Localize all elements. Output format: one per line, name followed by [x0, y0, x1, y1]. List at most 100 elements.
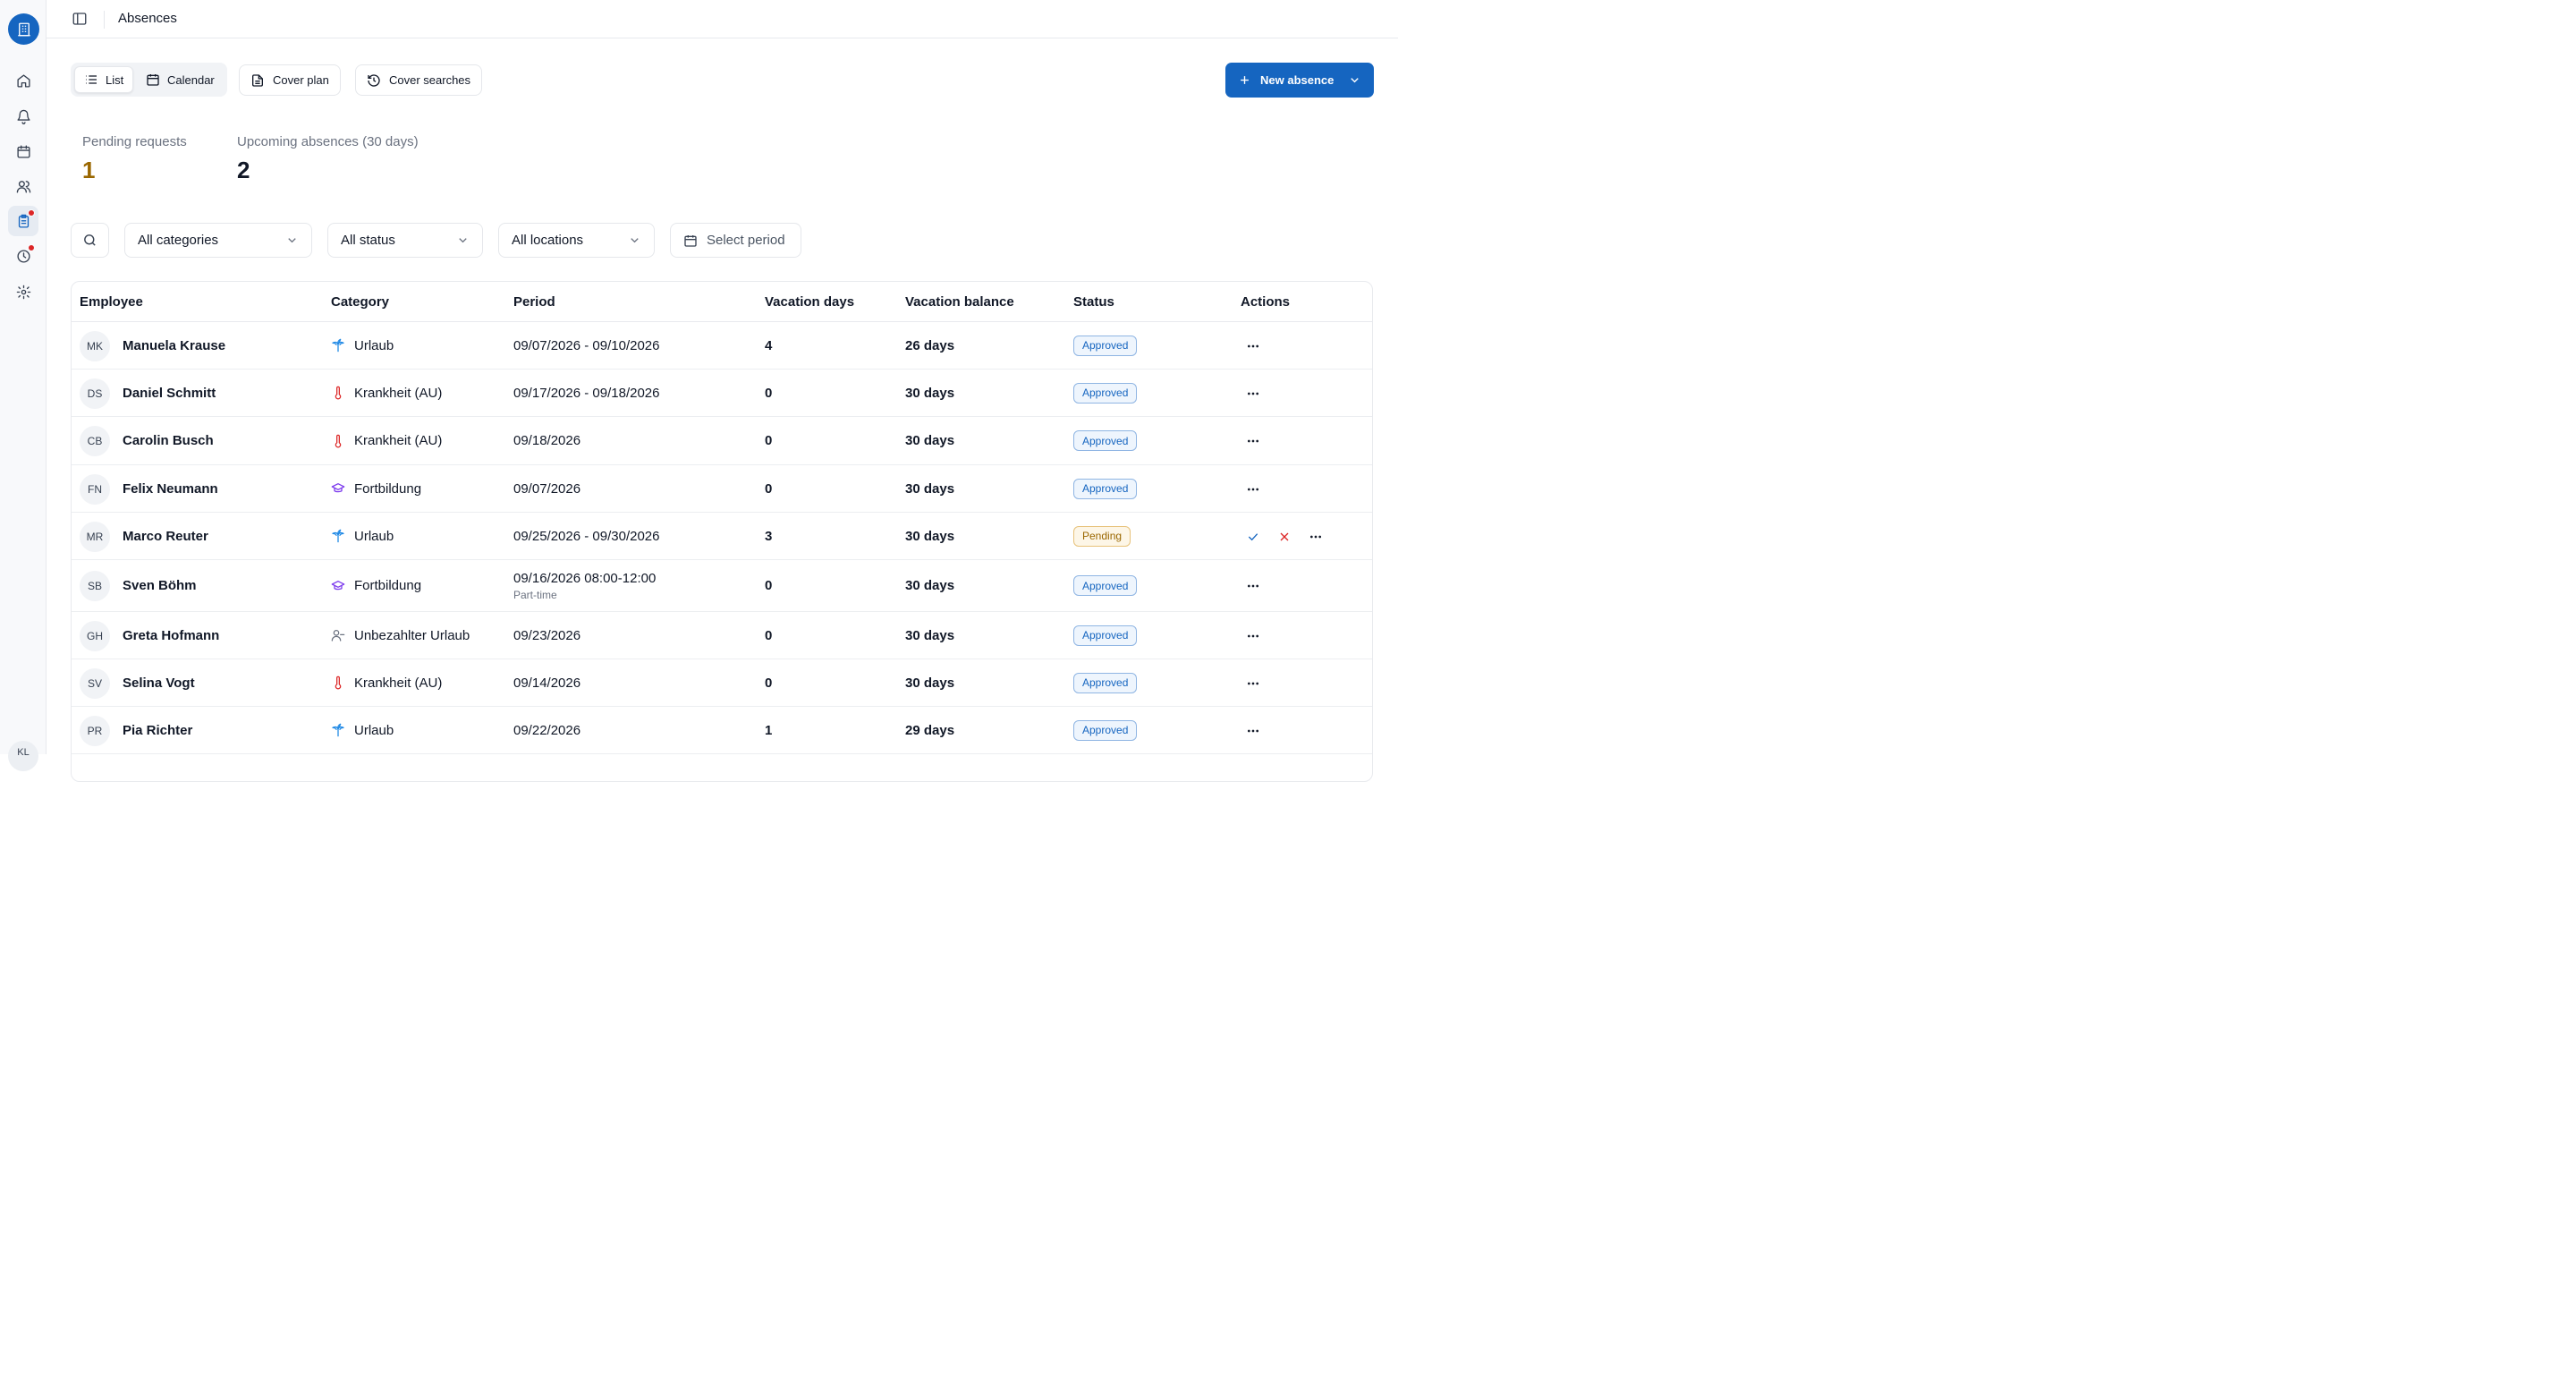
period-cell: 09/18/2026 [513, 433, 580, 448]
upcoming-absences-label: Upcoming absences (30 days) [237, 134, 419, 149]
vacation-balance-value: 29 days [905, 722, 955, 738]
employee-name[interactable]: Sven Böhm [123, 578, 197, 593]
calendar-view-button[interactable]: Calendar [137, 66, 224, 93]
more-horizontal-icon [1248, 344, 1258, 347]
more-actions-button[interactable] [1242, 625, 1264, 647]
column-vacation-days[interactable]: Vacation days [765, 294, 854, 310]
sidebar-item-gear[interactable] [8, 276, 38, 307]
table-row[interactable]: MR Marco Reuter Urlaub 09/25/2026 - 09/30/2… [72, 513, 1372, 560]
sidebar-item-clipboard[interactable] [8, 206, 38, 236]
table-row[interactable]: PR Pia Richter Urlaub 09/22/2026 1 29 days App… [72, 707, 1372, 754]
status-badge: Approved [1073, 430, 1138, 451]
period-picker[interactable]: Select period [670, 223, 801, 258]
category-label: Krankheit (AU) [354, 675, 443, 691]
period-cell: 09/14/2026 [513, 676, 580, 691]
divider [104, 11, 105, 29]
cover-searches-button[interactable]: Cover searches [355, 64, 483, 96]
location-filter[interactable]: All locations [498, 223, 655, 258]
chevron-down-icon[interactable] [1348, 73, 1361, 87]
period-value: 09/16/2026 08:00-12:00 [513, 571, 657, 586]
employee-name[interactable]: Selina Vogt [123, 676, 195, 691]
status-badge: Approved [1073, 625, 1138, 646]
document-icon [252, 73, 263, 87]
calendar-icon [16, 144, 30, 158]
upcoming-absences-stat: Upcoming absences (30 days) 2 [237, 134, 419, 184]
users-icon [16, 180, 30, 193]
table-row[interactable]: FN Felix Neumann Fortbildung 09/07/2026 0 30 … [72, 465, 1372, 513]
category-cell: Fortbildung [331, 578, 421, 593]
more-horizontal-icon [1248, 392, 1258, 395]
user-avatar[interactable]: KL [8, 741, 38, 771]
more-actions-button[interactable] [1242, 430, 1264, 452]
period-cell: 09/07/2026 - 09/10/2026 [513, 338, 659, 353]
sidebar-toggle-icon[interactable] [72, 11, 88, 27]
status-badge: Approved [1073, 719, 1138, 741]
table-row[interactable]: GH Greta Hofmann Unbezahlter Urlaub 09/23/2… [72, 612, 1372, 659]
period-cell: 09/07/2026 [513, 481, 580, 497]
check-icon [1248, 532, 1258, 540]
employee-name[interactable]: Manuela Krause [123, 338, 225, 353]
list-icon [86, 75, 97, 84]
table-row[interactable]: CB Carolin Busch Krankheit (AU) 09/18/2026 0… [72, 417, 1372, 465]
more-horizontal-icon [1310, 535, 1321, 538]
more-actions-button[interactable] [1242, 479, 1264, 500]
vacation-balance-value: 30 days [905, 578, 955, 593]
more-actions-button[interactable] [1242, 720, 1264, 742]
pending-requests-label: Pending requests [82, 134, 187, 149]
column-category[interactable]: Category [331, 294, 389, 310]
period-value: 09/18/2026 [513, 433, 581, 448]
employee-name[interactable]: Greta Hofmann [123, 628, 219, 643]
more-actions-button[interactable] [1305, 526, 1326, 548]
more-actions-button[interactable] [1242, 673, 1264, 694]
status-filter[interactable]: All status [327, 223, 483, 258]
cover-plan-button[interactable]: Cover plan [239, 64, 341, 96]
period-cell: 09/16/2026 08:00-12:00 Part-time [513, 571, 656, 601]
category-label: Urlaub [354, 528, 394, 544]
history-icon [368, 73, 380, 87]
table-row[interactable]: MK Manuela Krause Urlaub 09/07/2026 - 09/10… [72, 322, 1372, 370]
search-icon [84, 234, 96, 246]
employee-name[interactable]: Daniel Schmitt [123, 386, 216, 401]
table-row[interactable]: SV Selina Vogt Krankheit (AU) 09/14/2026 0 30… [72, 659, 1372, 707]
status-badge: Approved [1073, 382, 1138, 404]
column-employee[interactable]: Employee [80, 294, 143, 310]
category-filter-value: All categories [138, 233, 219, 248]
thermometer-icon [335, 434, 342, 447]
employee-name[interactable]: Marco Reuter [123, 529, 208, 544]
sidebar-item-calendar[interactable] [8, 136, 38, 166]
category-cell: Krankheit (AU) [331, 433, 442, 448]
column-vacation-balance[interactable]: Vacation balance [905, 294, 1014, 310]
status-badge: Approved [1073, 672, 1138, 693]
new-absence-button[interactable]: New absence [1225, 63, 1374, 98]
category-label: Fortbildung [354, 578, 422, 593]
plus-icon [1241, 76, 1249, 84]
thermometer-icon [335, 386, 342, 400]
more-actions-button[interactable] [1242, 336, 1264, 357]
sidebar-item-home[interactable] [8, 65, 38, 96]
period-value: 09/07/2026 - 09/10/2026 [513, 337, 660, 353]
sidebar-item-clock[interactable] [8, 241, 38, 271]
reject-button[interactable] [1274, 526, 1295, 548]
column-period[interactable]: Period [513, 294, 555, 310]
more-actions-button[interactable] [1242, 575, 1264, 597]
sidebar-item-bell[interactable] [8, 101, 38, 132]
sidebar-item-users[interactable] [8, 171, 38, 201]
table-row[interactable]: DS Daniel Schmitt Krankheit (AU) 09/17/2026… [72, 370, 1372, 417]
search-button[interactable] [71, 223, 109, 258]
chevron-down-icon [459, 238, 467, 243]
employee-name[interactable]: Felix Neumann [123, 481, 218, 497]
period-picker-label: Select period [707, 233, 785, 248]
period-value: 09/07/2026 [513, 480, 581, 497]
approve-button[interactable] [1242, 526, 1264, 548]
table-row[interactable]: SB Sven Böhm Fortbildung 09/16/2026 08:00-1… [72, 560, 1372, 612]
column-status[interactable]: Status [1073, 294, 1114, 310]
app-logo[interactable] [8, 13, 39, 45]
list-view-button[interactable]: List [74, 66, 134, 93]
more-actions-button[interactable] [1242, 383, 1264, 404]
category-cell: Krankheit (AU) [331, 386, 442, 401]
employee-name[interactable]: Carolin Busch [123, 433, 214, 448]
pending-requests-value: 1 [82, 157, 96, 183]
employee-name[interactable]: Pia Richter [123, 723, 192, 738]
category-filter[interactable]: All categories [124, 223, 312, 258]
notification-dot [28, 244, 35, 251]
